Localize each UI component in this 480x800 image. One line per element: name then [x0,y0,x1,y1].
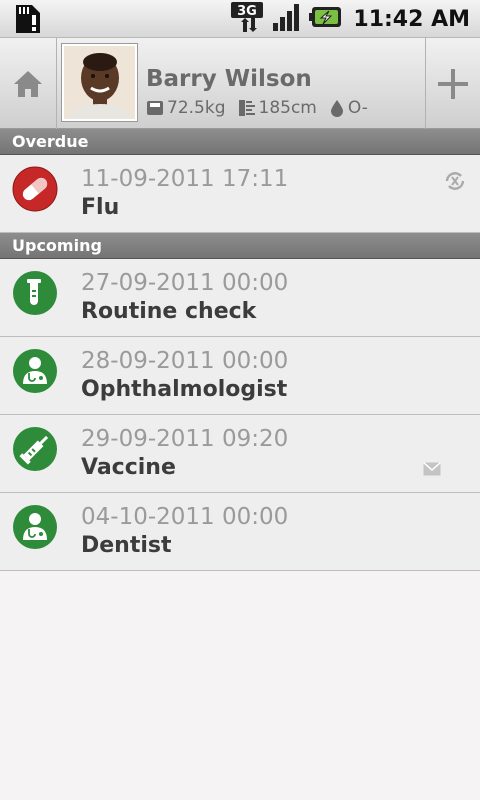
list-item-upcoming[interactable]: 27-09-2011 00:00 Routine check [0,259,480,337]
sync-off-icon [443,171,467,195]
sd-card-icon [12,3,44,35]
appointment-date: 29-09-2011 09:20 [81,426,289,452]
test-tube-icon [12,270,58,316]
patient-name: Barry Wilson [146,66,312,92]
section-header-overdue: Overdue [0,129,480,155]
patient-stats: 72.5kg 185cm O- [146,98,380,118]
pill-icon [12,166,58,212]
empty-list-area [0,571,480,800]
appointment-date: 28-09-2011 00:00 [81,348,289,374]
weight-stat: 72.5kg [146,98,226,118]
appointment-title: Dentist [81,533,172,558]
envelope-icon [423,461,441,480]
syringe-icon [12,426,58,472]
home-button[interactable] [0,38,57,129]
list-item-upcoming[interactable]: 29-09-2011 09:20 Vaccine [0,415,480,493]
height-stat: 185cm [238,98,317,118]
appointment-date: 11-09-2011 17:11 [81,166,289,192]
list-item-upcoming[interactable]: 04-10-2011 00:00 Dentist [0,493,480,571]
status-bar: 3G 11:42 AM [0,0,480,38]
list-item-overdue[interactable]: 11-09-2011 17:11 Flu [0,155,480,233]
network-type-label: 3G [238,4,258,19]
home-icon [14,70,42,97]
appointment-date: 27-09-2011 00:00 [81,270,289,296]
avatar[interactable] [62,44,137,121]
height-value: 185cm [258,98,317,118]
list-item-upcoming[interactable]: 28-09-2011 00:00 Ophthalmologist [0,337,480,415]
clock: 11:42 AM [353,6,470,32]
add-button[interactable] [425,38,480,129]
blood-drop-icon [330,100,343,117]
plus-icon [438,68,468,99]
blood-type-stat: O- [329,98,368,118]
doctor-icon [12,504,58,550]
battery-charging-icon [309,5,343,33]
scale-icon [147,101,163,115]
appointment-title: Routine check [81,299,257,324]
section-header-upcoming: Upcoming [0,233,480,259]
blood-type-value: O- [347,98,368,118]
appointment-title: Flu [81,195,120,220]
appointment-date: 04-10-2011 00:00 [81,504,289,530]
appointment-title: Vaccine [81,455,176,480]
weight-value: 72.5kg [167,98,226,118]
patient-header: Barry Wilson 72.5kg 185cm O- [0,38,480,129]
doctor-icon [12,348,58,394]
signal-strength-icon [271,1,303,37]
appointment-title: Ophthalmologist [81,377,288,402]
ruler-icon [238,100,255,116]
signal-3g-icon: 3G [231,0,265,38]
